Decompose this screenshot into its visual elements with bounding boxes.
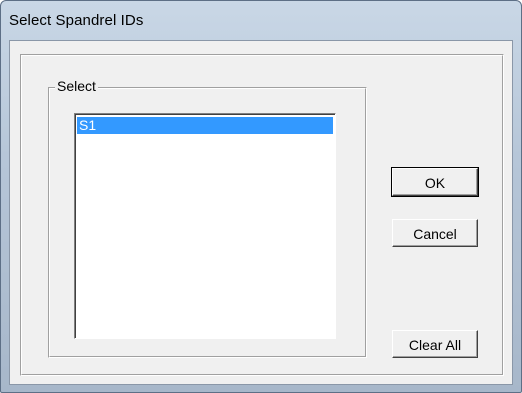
title-bar[interactable]: Select Spandrel IDs xyxy=(1,1,521,39)
dialog-window: Select Spandrel IDs Select S1 OK Cancel … xyxy=(0,0,522,393)
cancel-button[interactable]: Cancel xyxy=(392,219,478,247)
list-item[interactable]: S1 xyxy=(77,117,333,134)
spandrel-id-listbox[interactable]: S1 xyxy=(74,113,336,339)
groupbox-label: Select xyxy=(55,78,98,94)
ok-button[interactable]: OK xyxy=(391,167,479,197)
window-title: Select Spandrel IDs xyxy=(9,12,144,29)
clear-all-button[interactable]: Clear All xyxy=(392,330,478,358)
dialog-client-area: Select S1 OK Cancel Clear All xyxy=(9,40,513,385)
